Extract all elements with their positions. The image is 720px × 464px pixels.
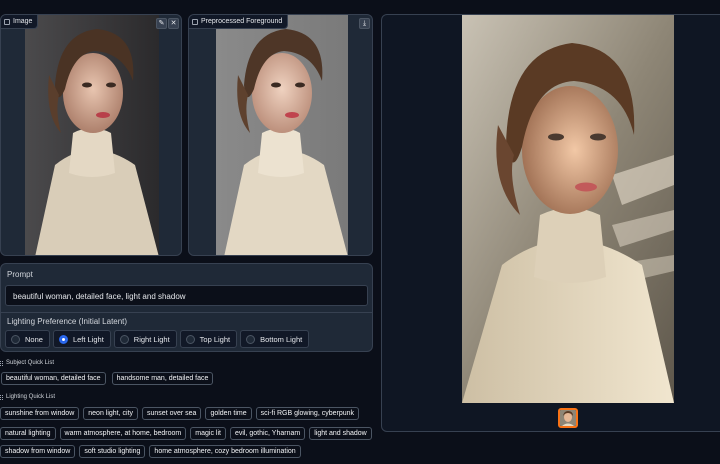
- radio-left-light[interactable]: Left Light: [52, 330, 111, 348]
- radio-top-light[interactable]: Top Light: [179, 330, 238, 348]
- top-clipped-text: [0, 0, 260, 6]
- lighting-chip[interactable]: light and shadow: [309, 427, 372, 440]
- lighting-preference-label: Lighting Preference (Initial Latent): [7, 317, 128, 326]
- lighting-chip[interactable]: sci-fi RGB glowing, cyberpunk: [255, 407, 360, 420]
- lighting-quick-list-row-2: natural lighting warm atmosphere, at hom…: [0, 427, 372, 440]
- radio-right-light[interactable]: Right Light: [113, 330, 177, 348]
- foreground-label: Preprocessed Foreground: [189, 15, 289, 29]
- foreground-panel[interactable]: Preprocessed Foreground ⤓: [188, 14, 373, 256]
- lighting-chip[interactable]: evil, gothic, Yharnam: [229, 427, 306, 440]
- lighting-chip[interactable]: neon light, city: [83, 407, 139, 420]
- download-icon[interactable]: ⤓: [359, 18, 370, 29]
- radio-dot: [185, 334, 195, 344]
- list-icon: [0, 394, 3, 400]
- subject-chip[interactable]: handsome man, detailed face: [111, 372, 214, 385]
- edit-icon[interactable]: ✎: [156, 18, 167, 29]
- radio-dot: [246, 334, 256, 344]
- lighting-quick-list-row-1: sunshine from window neon light, city su…: [0, 407, 360, 420]
- lighting-preference-options: None Left Light Right Light Top Light Bo…: [5, 330, 310, 348]
- close-icon[interactable]: ✕: [168, 18, 179, 29]
- subject-quick-list: beautiful woman, detailed face handsome …: [1, 372, 214, 385]
- foreground-photo: [216, 15, 348, 255]
- lighting-chip[interactable]: golden time: [205, 407, 252, 420]
- gallery-thumbnail[interactable]: [558, 408, 578, 428]
- lighting-chip[interactable]: sunshine from window: [0, 407, 80, 420]
- lighting-chip[interactable]: sunset over sea: [142, 407, 202, 420]
- lighting-chip[interactable]: shadow from window: [0, 445, 76, 458]
- prompt-input[interactable]: beautiful woman, detailed face, light an…: [5, 285, 368, 306]
- input-photo: [25, 15, 159, 255]
- radio-dot: [119, 334, 129, 344]
- image-icon: [192, 18, 198, 25]
- lighting-chip[interactable]: natural lighting: [0, 427, 56, 440]
- divider: [1, 312, 372, 313]
- input-image-panel[interactable]: Image ✎ ✕: [0, 14, 182, 256]
- lighting-quick-list-label: Lighting Quick List: [0, 394, 55, 400]
- lighting-chip[interactable]: soft studio lighting: [79, 445, 146, 458]
- subject-quick-list-label: Subject Quick List: [0, 360, 54, 366]
- radio-bottom-light[interactable]: Bottom Light: [240, 330, 310, 348]
- lighting-quick-list-row-3: shadow from window soft studio lighting …: [0, 445, 301, 458]
- subject-chip[interactable]: beautiful woman, detailed face: [1, 372, 106, 385]
- list-icon: [0, 360, 3, 366]
- prompt-box: Prompt beautiful woman, detailed face, l…: [0, 263, 373, 352]
- lighting-chip[interactable]: magic lit: [190, 427, 226, 440]
- radio-dot-selected: [58, 334, 68, 344]
- prompt-label: Prompt: [7, 270, 33, 279]
- output-photo: [462, 15, 674, 403]
- lighting-chip[interactable]: warm atmosphere, at home, bedroom: [59, 427, 187, 440]
- input-image-label: Image: [1, 15, 39, 29]
- radio-none[interactable]: None: [5, 330, 50, 348]
- lighting-chip[interactable]: home atmosphere, cozy bedroom illuminati…: [149, 445, 301, 458]
- radio-dot: [11, 334, 20, 344]
- image-icon: [4, 18, 10, 25]
- output-gallery[interactable]: [381, 14, 720, 432]
